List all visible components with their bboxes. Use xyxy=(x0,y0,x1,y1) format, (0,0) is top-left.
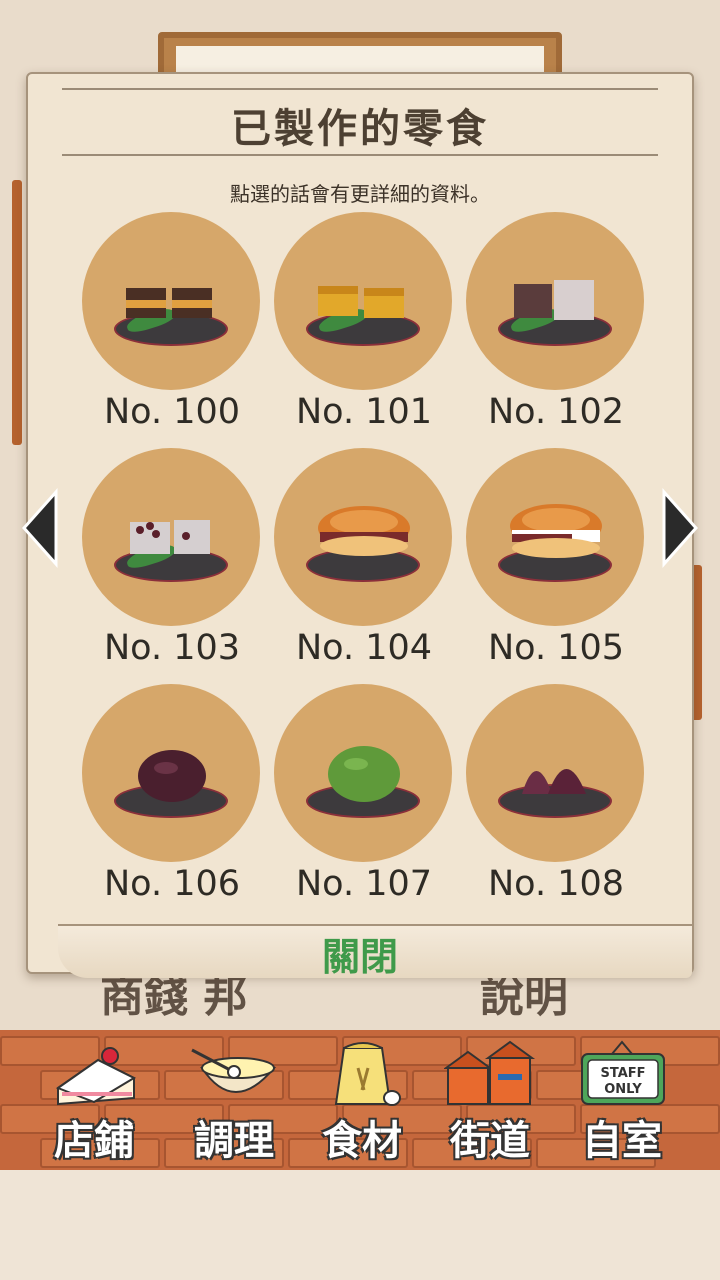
snack-item-102[interactable]: No. 102 xyxy=(466,212,646,442)
snack-number: No. 106 xyxy=(103,864,241,904)
svg-text:ONLY: ONLY xyxy=(604,1082,642,1097)
nav-shop[interactable]: 店鋪 xyxy=(28,1036,160,1166)
snack-number: No. 100 xyxy=(103,392,241,432)
nav-ingredients[interactable]: 食材 xyxy=(296,1036,428,1166)
nav-label: 自室 xyxy=(582,1118,662,1164)
bean-cubes-icon xyxy=(130,520,210,554)
snack-item-104[interactable]: No. 104 xyxy=(274,448,454,678)
cream-dorayaki-icon xyxy=(510,504,602,558)
snack-item-106[interactable]: No. 106 xyxy=(82,684,262,914)
green-mochi-icon xyxy=(328,746,400,802)
nav-label: 店鋪 xyxy=(54,1118,134,1164)
svg-text:STAFF: STAFF xyxy=(600,1066,645,1081)
nav-street[interactable]: 街道 xyxy=(424,1036,556,1166)
snack-number: No. 104 xyxy=(295,628,433,668)
town-icon xyxy=(444,1040,536,1105)
title-rule-top xyxy=(62,88,658,90)
nav-label: 調理 xyxy=(194,1118,274,1164)
panel-subtitle: 點選的話會有更詳細的資料。 xyxy=(230,182,490,206)
nav-my-room[interactable]: STAFF ONLY 自室 xyxy=(556,1036,688,1166)
red-bean-mochi-icon xyxy=(138,750,206,802)
mixing-bowl-icon xyxy=(191,1048,277,1093)
background-beam xyxy=(12,180,22,445)
nav-label: 食材 xyxy=(322,1118,402,1164)
snack-item-100[interactable]: No. 100 xyxy=(82,212,262,442)
close-button[interactable]: 關閉 xyxy=(28,926,692,981)
dorayaki-icon xyxy=(318,506,410,556)
nav-label: 街道 xyxy=(450,1118,530,1164)
two-tone-cubes-icon xyxy=(514,280,594,320)
previous-page-arrow-icon[interactable] xyxy=(20,488,60,568)
snack-number: No. 105 xyxy=(487,628,625,668)
yellow-cake-icon xyxy=(318,286,404,318)
snack-item-103[interactable]: No. 103 xyxy=(82,448,262,678)
made-snacks-panel: 已製作的零食 點選的話會有更詳細的資料。 No. 100 No. 101 No.… xyxy=(26,72,694,979)
bottom-empty-area xyxy=(0,1170,720,1280)
next-page-arrow-icon[interactable] xyxy=(660,488,700,568)
nav-cooking[interactable]: 調理 xyxy=(168,1036,300,1166)
flour-sack-icon xyxy=(334,1042,401,1106)
panel-title: 已製作的零食 xyxy=(231,106,489,152)
title-rule-bottom xyxy=(62,154,658,156)
snack-number: No. 102 xyxy=(487,392,625,432)
snack-number: No. 101 xyxy=(295,392,433,432)
snack-item-105[interactable]: No. 105 xyxy=(466,448,646,678)
snack-item-108[interactable]: No. 108 xyxy=(466,684,646,914)
dark-cake-icon xyxy=(126,288,212,318)
snack-number: No. 107 xyxy=(295,864,433,904)
staff-only-sign-icon: STAFF ONLY xyxy=(581,1040,665,1105)
snack-number: No. 108 xyxy=(487,864,625,904)
snack-item-101[interactable]: No. 101 xyxy=(274,212,454,442)
purple-dumplings-icon xyxy=(522,769,586,794)
snack-item-107[interactable]: No. 107 xyxy=(274,684,454,914)
snack-number: No. 103 xyxy=(103,628,241,668)
cake-icon xyxy=(55,1047,137,1106)
